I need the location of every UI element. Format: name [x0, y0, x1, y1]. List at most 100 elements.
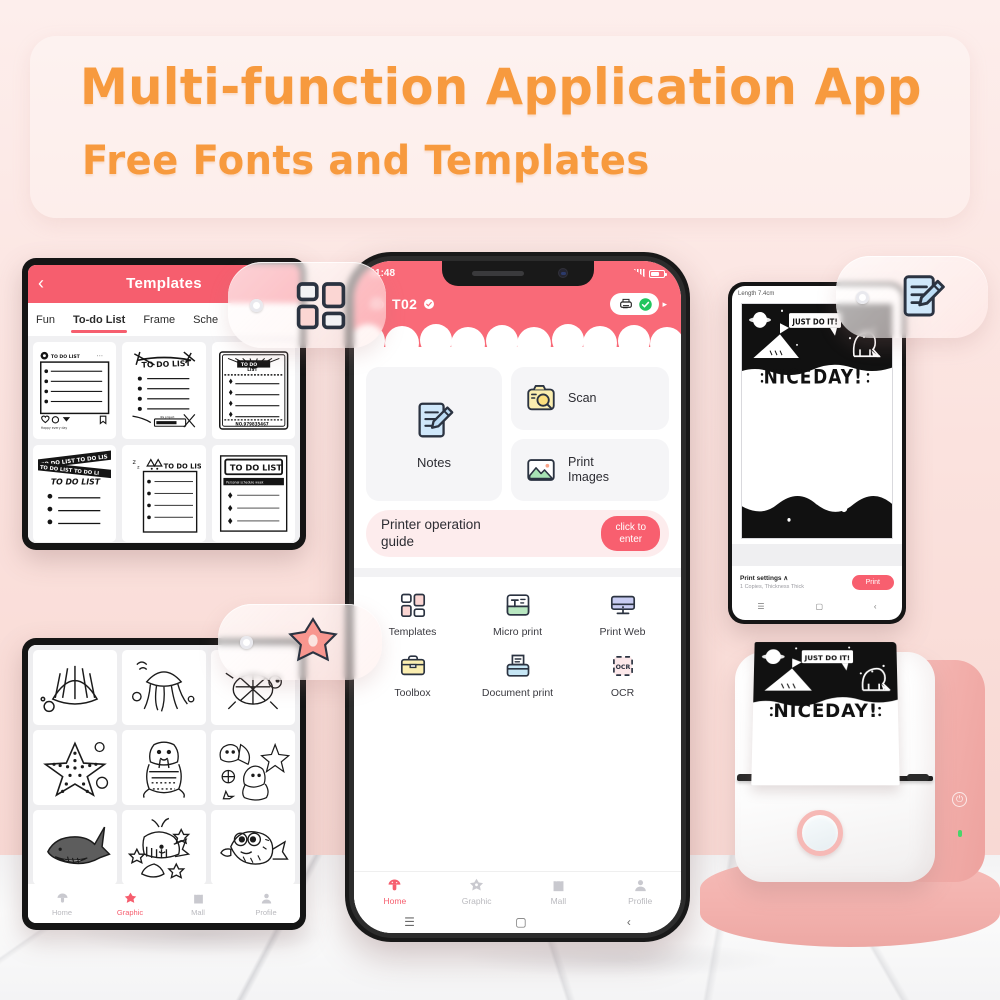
main-phone: 11:48 T02 ▸ Notes Scan Print Images Prin…	[345, 252, 690, 942]
svg-text:Personal schedule week: Personal schedule week	[226, 480, 263, 484]
click-to-enter-button[interactable]: click to enter	[601, 516, 660, 551]
scallop-divider	[354, 323, 681, 357]
tab-todo-list[interactable]: To-do List	[70, 314, 128, 333]
svg-text:Happy every day: Happy every day	[41, 426, 68, 430]
print-settings-label: Print settings	[740, 575, 782, 582]
bag-icon	[193, 891, 203, 903]
print-button[interactable]: Print	[851, 574, 894, 590]
page-subtitle: Free Fonts and Templates	[82, 138, 650, 184]
graphic-card-starfish[interactable]	[33, 730, 117, 805]
tab-graphic[interactable]: Graphic	[436, 872, 518, 911]
printer-feed-button[interactable]	[797, 810, 843, 856]
callout-templates	[228, 262, 386, 348]
graphic-grid	[28, 645, 300, 885]
app-top-row: T02 ▸	[354, 289, 681, 319]
graphic-tabbar: Home Graphic Mall Profile	[28, 883, 300, 923]
tab-profile[interactable]: Profile	[599, 872, 681, 911]
svg-text:z: z	[133, 458, 137, 466]
feature-grid: Templates Micro print Print Web Toolbox …	[354, 577, 681, 699]
printer-guide-banner[interactable]: Printer operation guide click to enter	[366, 510, 669, 557]
svg-text:NICE: NICE	[773, 701, 825, 722]
graphic-card-whale[interactable]	[122, 810, 206, 885]
svg-text:NICE: NICE	[764, 367, 813, 389]
image-icon	[527, 458, 555, 481]
mushroom-icon	[57, 893, 67, 903]
svg-text:JUST DO IT!: JUST DO IT!	[804, 654, 850, 663]
notes-icon	[903, 275, 945, 317]
nav-menu-icon[interactable]: ☰	[404, 916, 415, 928]
tab-graphic[interactable]: Graphic	[96, 884, 164, 923]
thermal-printer: ⏻ JUST DO IT! NICE DAY!	[735, 642, 985, 887]
feature-document-print[interactable]: Document print	[465, 652, 570, 699]
feature-toolbox-label: Toolbox	[394, 687, 431, 699]
tab-profile-label: Profile	[255, 907, 277, 917]
print-settings-label-wrap: Print settings ∧	[740, 574, 804, 582]
battery-icon	[649, 269, 667, 278]
chip-arrow-icon[interactable]: ▸	[662, 299, 667, 310]
power-icon[interactable]: ⏻	[952, 792, 967, 807]
click-to-enter-l1: click to	[615, 522, 646, 534]
svg-text:TO DO LIST: TO DO LIST	[51, 354, 81, 360]
printer-icon	[620, 298, 633, 309]
tablet-graphic-screen: Home Graphic Mall Profile ☰ ▢ ‹	[28, 645, 300, 923]
feature-print-web-label: Print Web	[599, 626, 646, 638]
preview-artwork: JUST DO IT! NICE DAY!	[742, 304, 892, 538]
tab-mall-label: Mall	[191, 907, 205, 917]
graphic-card-walrus[interactable]	[122, 730, 206, 805]
tab-mall[interactable]: Mall	[518, 872, 600, 911]
print-images-label-l2: Images	[568, 469, 609, 484]
tab-mall[interactable]: Mall	[164, 884, 232, 923]
template-card[interactable]: TO DO LIST ··· Happy every day	[33, 342, 117, 439]
tab-home-label: Home	[383, 896, 407, 906]
feature-ocr[interactable]: OCR OCR	[570, 652, 675, 699]
print-settings-detail: 1 Copies, Thickness Thick	[740, 584, 804, 590]
template-card[interactable]: TO DO LIST Personal schedule week	[211, 445, 295, 542]
graphic-card-pufferfish[interactable]	[211, 810, 295, 885]
svg-text:z: z	[137, 466, 140, 471]
printer-status-chip[interactable]	[610, 293, 660, 315]
status-led	[958, 830, 962, 837]
callout-knob	[240, 635, 253, 649]
template-card[interactable]: TO DO LIST NO.979835467	[211, 342, 295, 439]
print-images-label-l1: Print	[568, 454, 594, 469]
scan-label: Scan	[568, 390, 597, 405]
feature-micro-print[interactable]: Micro print	[465, 591, 570, 638]
template-card[interactable]: z z TO DO LIST	[122, 445, 206, 542]
printer-guide-text: Printer operation guide	[381, 517, 481, 549]
tab-profile[interactable]: Profile	[232, 884, 300, 923]
print-images-card[interactable]: Print Images	[511, 438, 669, 501]
print-settings-row[interactable]: Print settings ∧ 1 Copies, Thickness Thi…	[732, 566, 902, 598]
tab-schedule[interactable]: Sche	[191, 314, 220, 326]
app-body: Notes Scan Print Images Printer operatio…	[354, 357, 681, 871]
nav-back-icon[interactable]: ‹	[627, 916, 631, 928]
paper-slot-lip-right	[907, 774, 929, 781]
template-card[interactable]: TO DO LIST TO DO LIS TO DO LIST TO DO LI…	[33, 445, 117, 542]
svg-text:life project: life project	[160, 415, 175, 419]
graphic-card-shark[interactable]	[33, 810, 117, 885]
notes-card[interactable]: Notes	[366, 367, 502, 501]
tab-frame[interactable]: Frame	[141, 314, 177, 326]
chevron-up-icon[interactable]: ∧	[783, 575, 788, 582]
quick-actions: Notes Scan Print Images	[354, 357, 681, 501]
graphic-card-shell[interactable]	[33, 650, 117, 725]
printed-artwork: JUST DO IT! NICE DAY!	[751, 642, 900, 786]
click-to-enter-l2: enter	[619, 533, 643, 545]
quick-actions-right: Scan Print Images	[511, 367, 669, 501]
tab-fun[interactable]: Fun	[34, 314, 57, 326]
tab-home[interactable]: Home	[354, 872, 436, 911]
graphic-card-jellyfish[interactable]	[122, 650, 206, 725]
graphic-card-walrus-group[interactable]	[211, 730, 295, 805]
scan-card[interactable]: Scan	[511, 367, 669, 430]
nav-back-icon[interactable]: ‹	[874, 602, 877, 611]
callout-knob	[856, 290, 869, 304]
svg-text:TO DO LIST: TO DO LIST	[142, 359, 192, 370]
print-preview-canvas[interactable]: JUST DO IT! NICE DAY!	[741, 303, 893, 539]
feature-print-web[interactable]: Print Web	[570, 591, 675, 638]
star-icon	[470, 878, 484, 891]
tab-home[interactable]: Home	[28, 884, 96, 923]
nav-menu-icon[interactable]: ☰	[757, 602, 764, 611]
nav-home-icon[interactable]: ▢	[515, 916, 526, 928]
check-badge-icon	[424, 299, 435, 309]
nav-home-icon[interactable]: ▢	[815, 602, 823, 611]
template-card[interactable]: TO DO LIST life project	[122, 342, 206, 439]
